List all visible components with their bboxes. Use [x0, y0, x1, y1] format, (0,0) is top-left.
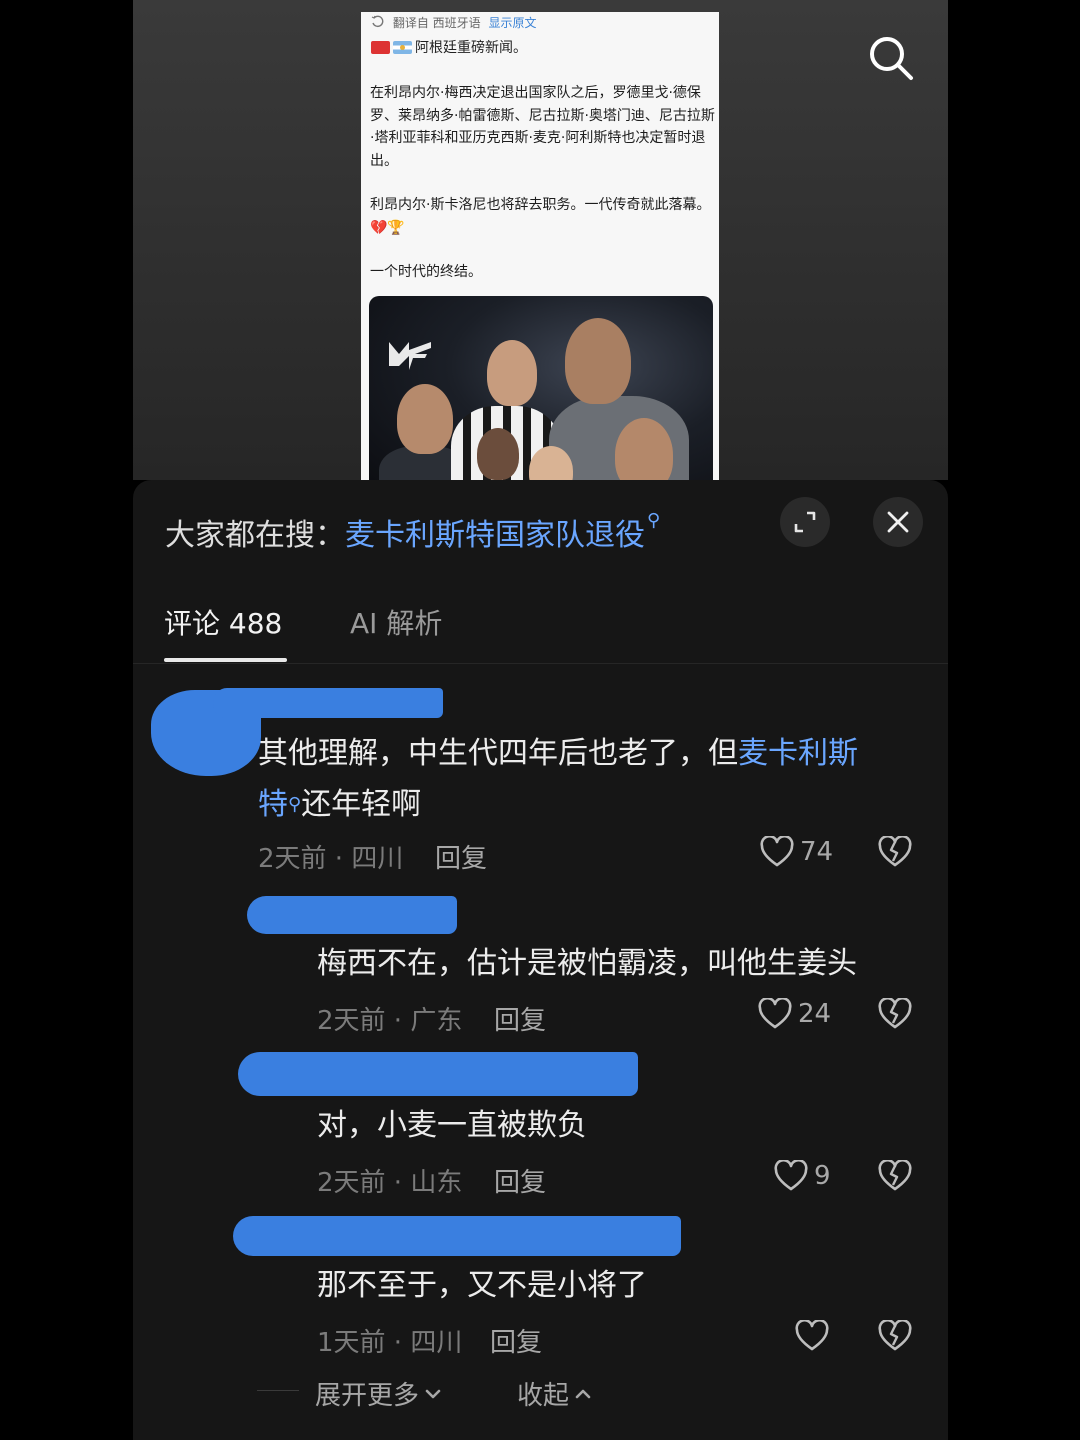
- redacted-username: [233, 1216, 681, 1256]
- search-icon: ⚲: [647, 510, 661, 531]
- post-headline: 阿根廷重磅新闻。: [371, 37, 527, 57]
- dislike-button[interactable]: [878, 834, 912, 872]
- hot-search-keyword[interactable]: 麦卡利斯特国家队退役: [345, 518, 645, 553]
- show-original-link[interactable]: 显示原文: [488, 16, 536, 30]
- heart-icon: [774, 1160, 808, 1191]
- players-photo: [369, 296, 713, 480]
- like-button[interactable]: 9: [774, 1160, 831, 1192]
- search-button[interactable]: [863, 30, 919, 86]
- player-head: [477, 428, 519, 480]
- comment-text: 梅西不在，估计是被怕霸凌，叫他生姜头: [317, 946, 857, 981]
- heart-icon: [760, 836, 794, 867]
- tab-comments[interactable]: 评论 488: [164, 602, 282, 642]
- translate-line: 翻译自 西班牙语 显示原文: [371, 14, 537, 31]
- chevron-up-icon: [575, 1389, 591, 1398]
- comment-tabs: 评论 488 AI 解析: [133, 580, 948, 664]
- embedded-post-screenshot: 翻译自 西班牙语 显示原文 阿根廷重磅新闻。 在利昂内尔·梅西决定退出国家队之后…: [361, 12, 719, 480]
- like-button[interactable]: [795, 1320, 835, 1352]
- search-icon: [870, 37, 913, 80]
- expand-button[interactable]: [780, 497, 830, 547]
- collapse-label: 收起: [517, 1381, 570, 1411]
- mention-link[interactable]: 特: [258, 787, 288, 822]
- like-button[interactable]: 74: [760, 836, 833, 868]
- broken-heart-icon: [878, 834, 912, 867]
- active-tab-indicator: [164, 658, 287, 662]
- post-paragraph: 利昂内尔·斯卡洛尼也将辞去职务。一代传奇就此落幕。💔🏆: [370, 197, 711, 236]
- comment-text-part: 还年轻啊: [301, 787, 422, 822]
- post-body: 在利昂内尔·梅西决定退出国家队之后，罗德里戈·德保罗、莱昂纳多·帕雷德斯、尼古拉…: [370, 82, 715, 306]
- hot-search-bar: 大家都在搜：麦卡利斯特国家队退役 ⚲: [165, 510, 660, 554]
- reply-button[interactable]: 回复: [490, 1322, 542, 1359]
- comment-text-part: 其他理解，中生代四年后也老了，但: [258, 736, 738, 771]
- hot-search-prefix: 大家都在搜：: [165, 518, 345, 553]
- post-paragraph: 一个时代的终结。: [370, 264, 482, 280]
- player-head: [397, 384, 453, 454]
- redacted-username: [247, 896, 457, 934]
- dislike-button[interactable]: [878, 1158, 912, 1196]
- reply-button[interactable]: 回复: [494, 1000, 546, 1037]
- reply-button[interactable]: 回复: [494, 1162, 546, 1199]
- like-button[interactable]: 24: [758, 998, 831, 1030]
- comment-sheet: 大家都在搜：麦卡利斯特国家队退役 ⚲ 评论 488 AI 解析 其他理解，中生代四…: [133, 480, 948, 1440]
- heart-icon: [758, 998, 792, 1029]
- app-root: 翻译自 西班牙语 显示原文 阿根廷重磅新闻。 在利昂内尔·梅西决定退出国家队之后…: [0, 0, 1080, 1440]
- translate-icon: [371, 15, 384, 28]
- reply-button[interactable]: 回复: [435, 838, 487, 875]
- like-count: 74: [800, 837, 834, 867]
- comment-text: 其他理解，中生代四年后也老了，但麦卡利斯特⚲还年轻啊: [258, 728, 898, 830]
- comment-meta: 1天前 · 四川: [317, 1328, 463, 1358]
- close-icon: [887, 511, 909, 533]
- redacted-username: [213, 688, 443, 718]
- chevron-down-icon: [425, 1389, 441, 1398]
- player-head: [487, 340, 537, 406]
- comment-text: 对，小麦一直被欺负: [317, 1108, 587, 1143]
- divider: [257, 1390, 299, 1391]
- player-head: [565, 318, 631, 404]
- translate-label: 翻译自 西班牙语: [392, 16, 481, 30]
- close-button[interactable]: [873, 497, 923, 547]
- broken-heart-icon: [878, 1318, 912, 1351]
- comment-meta: 2天前 · 广东: [317, 1006, 463, 1036]
- flag-icon: [371, 40, 390, 54]
- dislike-button[interactable]: [878, 996, 912, 1034]
- argentina-flag-icon: [393, 40, 412, 54]
- comment-meta: 2天前 · 山东: [317, 1168, 463, 1198]
- expand-more-label: 展开更多: [315, 1381, 420, 1411]
- comment-text: 那不至于，又不是小将了: [317, 1268, 647, 1303]
- expand-more-button[interactable]: 展开更多: [315, 1375, 443, 1412]
- headline-text: 阿根廷重磅新闻。: [415, 40, 527, 56]
- post-paragraph: 在利昂内尔·梅西决定退出国家队之后，罗德里戈·德保罗、莱昂纳多·帕雷德斯、尼古拉…: [370, 85, 715, 169]
- mention-link[interactable]: 麦卡利斯: [738, 736, 858, 771]
- redacted-username: [238, 1052, 638, 1096]
- broken-heart-icon: [878, 1158, 912, 1191]
- like-count: 9: [814, 1161, 831, 1191]
- like-count: 24: [798, 999, 832, 1029]
- tab-ai-analysis[interactable]: AI 解析: [350, 602, 442, 642]
- video-player[interactable]: 翻译自 西班牙语 显示原文 阿根廷重磅新闻。 在利昂内尔·梅西决定退出国家队之后…: [133, 0, 948, 480]
- comment-meta: 2天前 · 四川: [258, 844, 404, 874]
- broken-heart-icon: [878, 996, 912, 1029]
- expand-icon: [794, 511, 816, 533]
- heart-icon: [795, 1320, 829, 1351]
- search-icon: ⚲: [288, 794, 302, 815]
- collapse-button[interactable]: 收起: [517, 1375, 593, 1412]
- mf-logo: [389, 342, 431, 370]
- dislike-button[interactable]: [878, 1318, 912, 1356]
